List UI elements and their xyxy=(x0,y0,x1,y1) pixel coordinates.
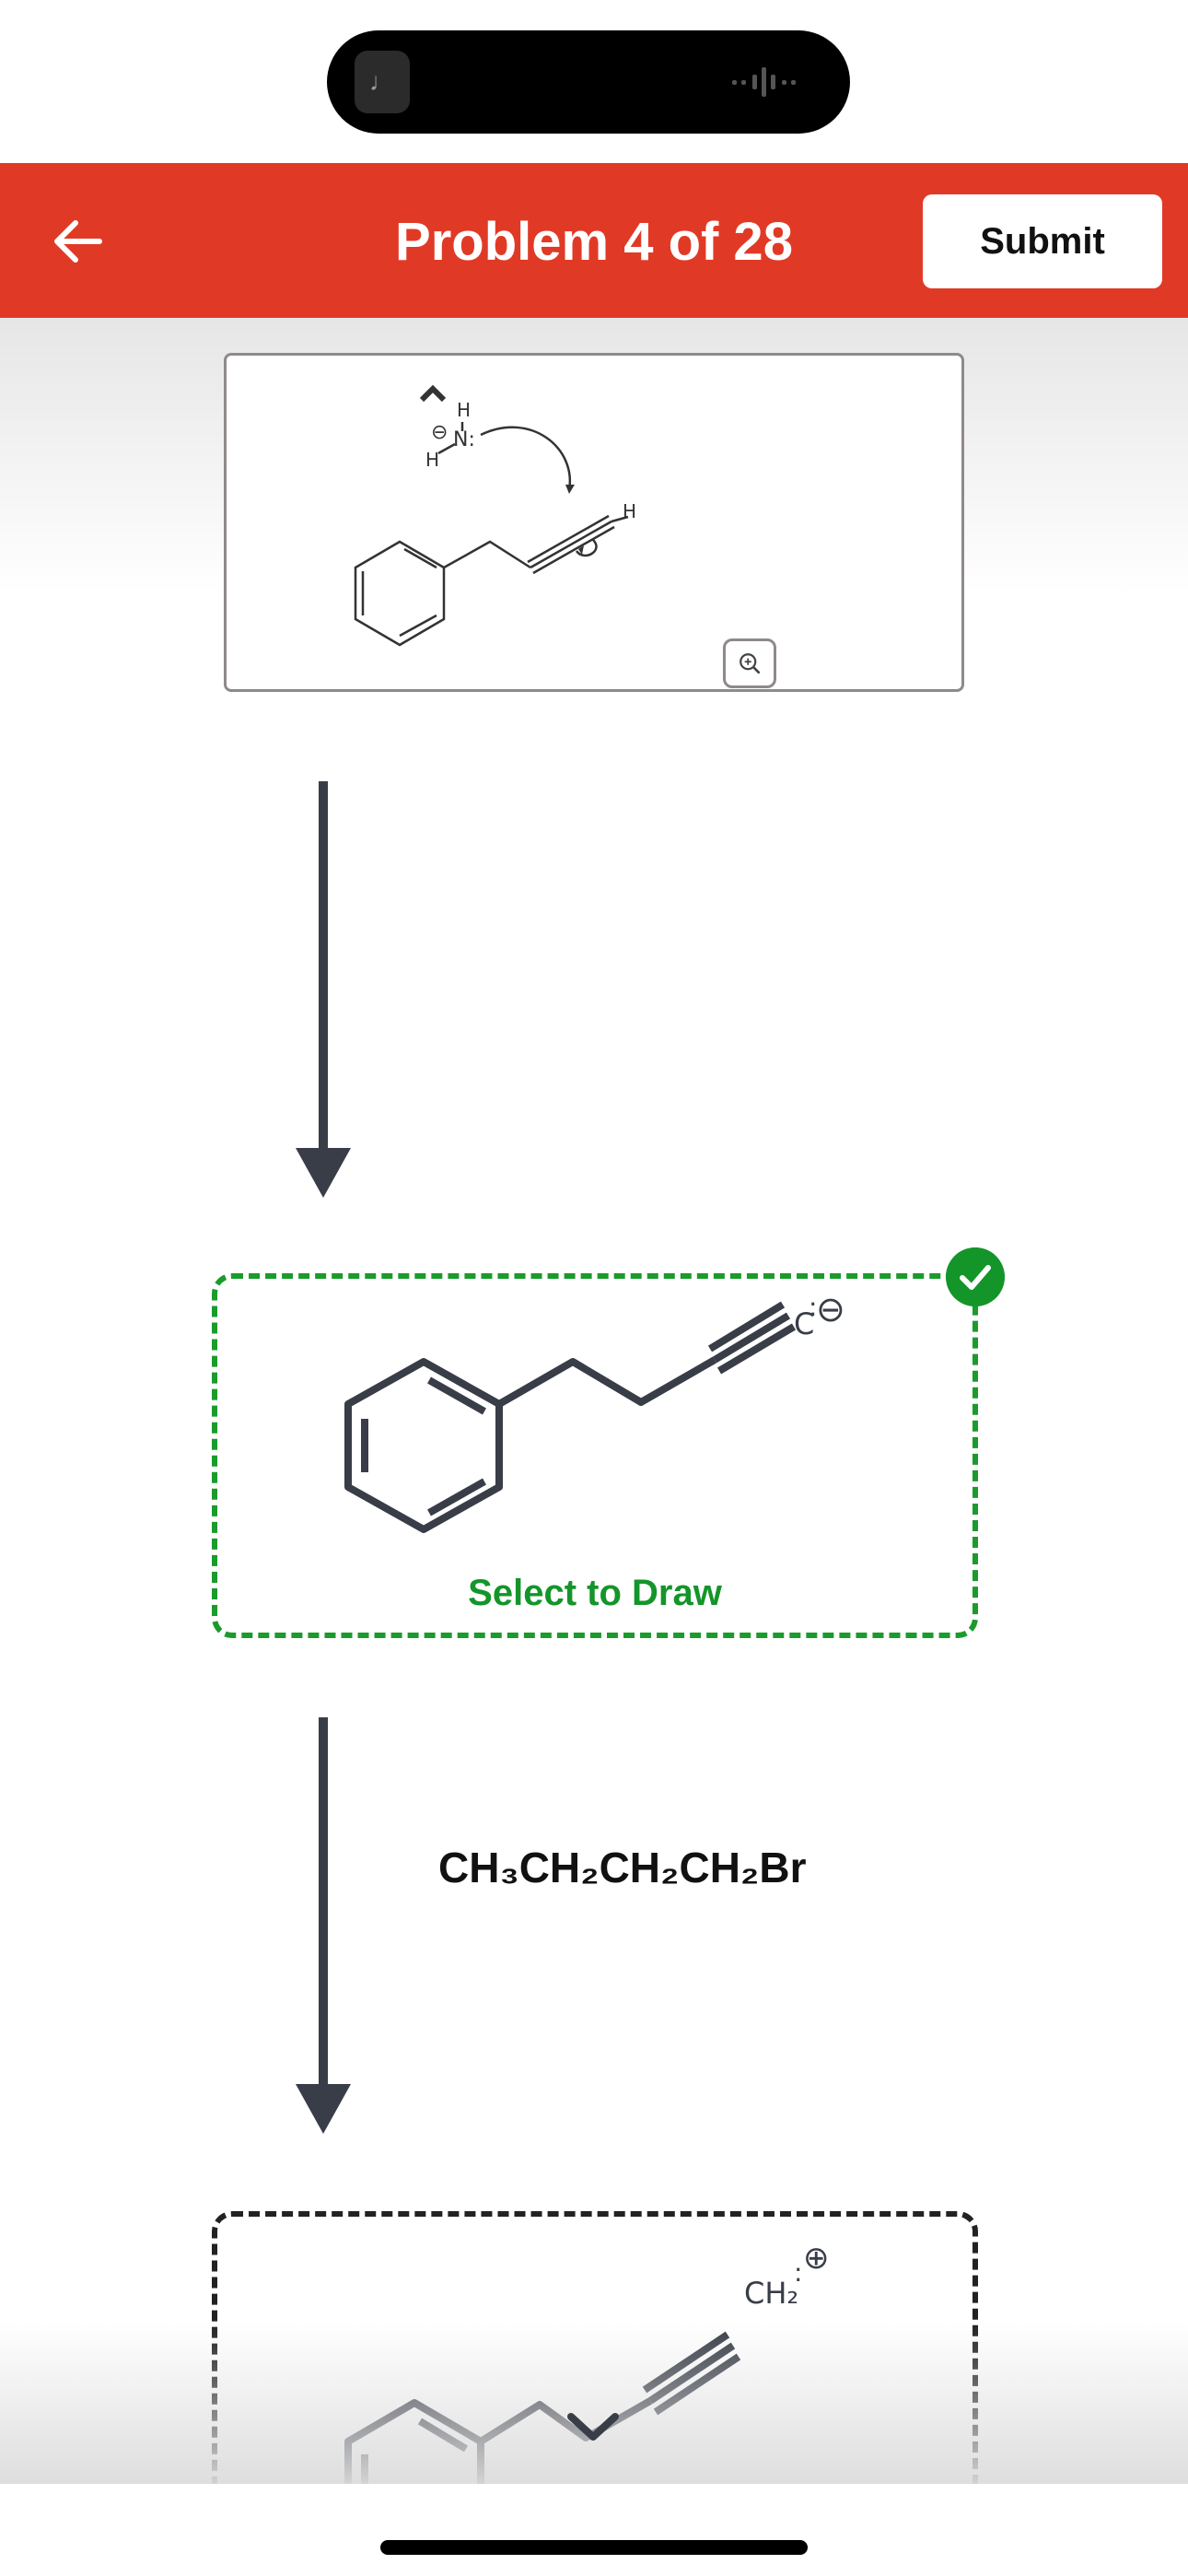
svg-text:⊖: ⊖ xyxy=(431,421,448,444)
mechanism-panel[interactable]: H ⊖ N: H H xyxy=(224,353,964,692)
svg-text:CH₂: CH₂ xyxy=(744,2276,798,2311)
svg-text:⊖: ⊖ xyxy=(816,1289,845,1329)
arrow-left-icon[interactable] xyxy=(46,209,111,274)
svg-text:⊕: ⊕ xyxy=(803,2240,830,2277)
music-note-icon: ♩ xyxy=(355,51,410,113)
mechanism-structure: H ⊖ N: H H xyxy=(354,384,636,647)
chevron-down-icon[interactable] xyxy=(564,2409,623,2446)
svg-text:H: H xyxy=(425,449,439,471)
svg-text::: : xyxy=(794,2257,802,2288)
reagent-formula: CH₃CH₂CH₂CH₂Br xyxy=(438,1844,807,1891)
dynamic-island: ♩ xyxy=(327,30,850,134)
select-to-draw-label[interactable]: Select to Draw xyxy=(212,1573,978,1614)
waveform-icon xyxy=(732,67,796,97)
svg-text:H: H xyxy=(457,399,471,421)
bottom-safe-area xyxy=(0,2484,1188,2576)
reaction-arrow-1 xyxy=(296,781,351,1198)
submit-button[interactable]: Submit xyxy=(923,194,1162,288)
svg-text:H: H xyxy=(623,500,636,522)
svg-text:N:: N: xyxy=(453,428,475,451)
chevron-up-icon xyxy=(419,384,447,403)
top-header: Problem 4 of 28 Submit xyxy=(0,163,1188,318)
zoom-in-icon[interactable] xyxy=(723,638,776,688)
benzene-ring xyxy=(354,540,446,647)
reaction-arrow-2 xyxy=(296,1717,351,2134)
home-indicator[interactable] xyxy=(380,2540,808,2555)
checkmark-icon xyxy=(946,1247,1005,1306)
